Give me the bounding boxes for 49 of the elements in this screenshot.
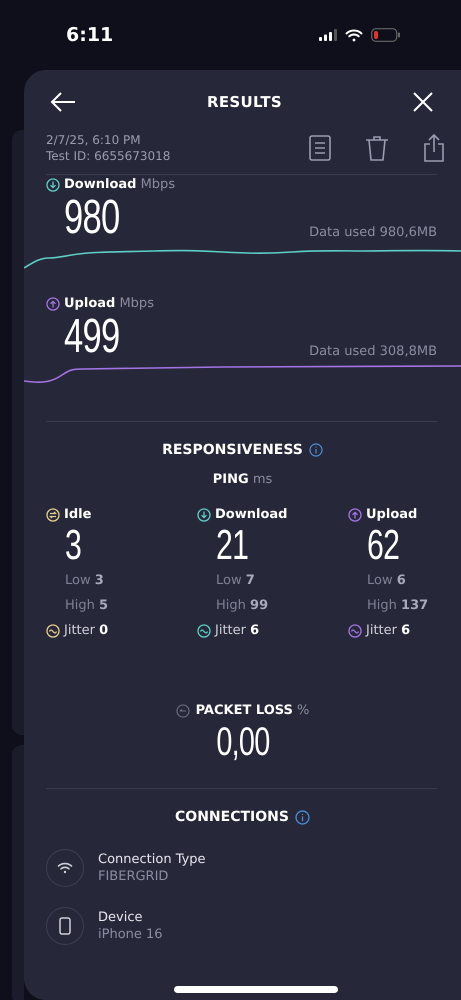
- screen-title: RESULTS: [207, 93, 282, 111]
- ping-high: High 99: [215, 597, 270, 615]
- speed-value: 980: [64, 194, 120, 242]
- jitter-value: Jitter 6: [366, 622, 410, 640]
- clock: 6:11: [66, 24, 114, 46]
- phone-icon: [46, 907, 84, 945]
- info-icon[interactable]: [308, 443, 323, 457]
- wifi-icon: [46, 849, 84, 887]
- ping-high: High 5: [64, 597, 110, 615]
- jitter-value: Jitter 6: [215, 622, 260, 640]
- section-title: RESPONSIVENESS: [162, 442, 303, 458]
- packet-loss-label: PACKET LOSS %: [196, 703, 310, 718]
- jitter-icon: [348, 624, 362, 638]
- ping-low: Low 7: [215, 572, 256, 590]
- document-icon[interactable]: [307, 133, 333, 163]
- close-button[interactable]: [411, 90, 435, 114]
- ping-high: High 137: [366, 597, 430, 615]
- connection-value: FIBERGRID: [98, 868, 170, 885]
- packet-loss-value: 0,00: [216, 722, 270, 762]
- ping-type: Upload: [366, 507, 418, 522]
- trash-icon[interactable]: [363, 133, 391, 163]
- ping-type: Idle: [64, 507, 92, 522]
- speed-value: 499: [64, 313, 120, 361]
- data-used: Data used 980,6MB: [309, 225, 437, 242]
- ping-low: Low 6: [366, 572, 407, 590]
- section-title: CONNECTIONS: [175, 809, 289, 825]
- wifi-icon: [345, 28, 363, 42]
- jitter-icon: [197, 624, 211, 638]
- jitter-value: Jitter 0: [64, 622, 108, 640]
- test-date: 2/7/25, 6:10 PM: [46, 132, 142, 148]
- connection-value: iPhone 16: [98, 926, 163, 943]
- ping-label: PING ms: [212, 472, 272, 487]
- jitter-icon: [46, 624, 60, 638]
- test-id: Test ID: 6655673018: [46, 148, 170, 164]
- ping-type: Download: [215, 507, 288, 522]
- ping-value: 21: [216, 524, 248, 566]
- share-icon[interactable]: [421, 132, 447, 164]
- info-icon[interactable]: [294, 810, 310, 824]
- connection-label: Connection Type: [98, 851, 206, 868]
- connection-label: Device: [98, 909, 144, 926]
- speed-label: Upload Mbps: [64, 296, 154, 311]
- battery-icon: [371, 28, 401, 42]
- ping-value: 62: [367, 524, 400, 566]
- speed-label: Download Mbps: [64, 177, 176, 192]
- data-used: Data used 308,8MB: [309, 344, 437, 361]
- signal-icon: [319, 29, 337, 41]
- ping-value: 3: [65, 524, 82, 566]
- ping-low: Low 3: [64, 572, 105, 590]
- packet-loss-icon: [176, 704, 190, 718]
